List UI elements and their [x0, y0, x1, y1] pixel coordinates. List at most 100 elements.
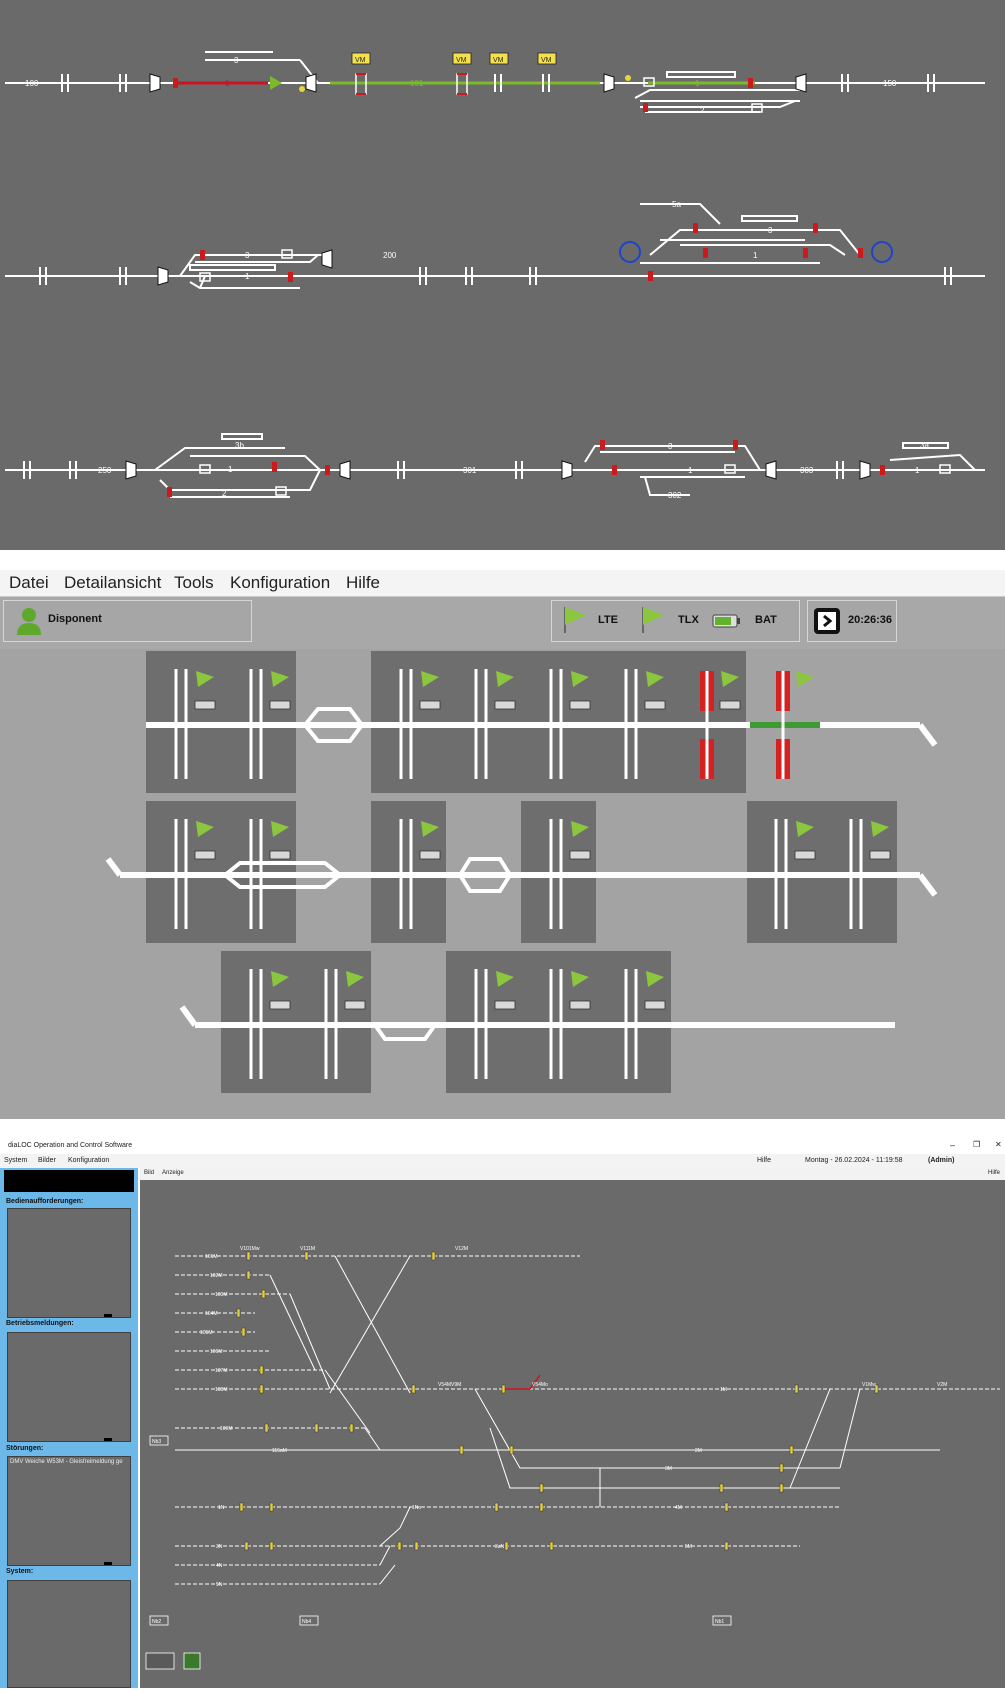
scroll-handle[interactable] [104, 1562, 112, 1565]
vm-label: VM [456, 57, 467, 64]
user-icon [17, 608, 41, 635]
user-display: (Admin) [928, 1157, 955, 1164]
connection-status-box: LTE TLX BAT [551, 600, 800, 642]
track-label: 1 [915, 466, 920, 475]
track-label: 5N [216, 1582, 223, 1588]
menu-konfiguration[interactable]: Konfiguration [230, 573, 330, 593]
track-label: 108M [215, 1387, 228, 1393]
track-label: 302 [668, 491, 682, 500]
track-label: 4N [216, 1563, 223, 1569]
track-label: 3 [245, 251, 250, 260]
nb-box[interactable]: Nb4 [302, 1619, 311, 1625]
track-label: 303 [800, 466, 814, 475]
track-label: 1 [688, 466, 693, 475]
vm-label: VM [493, 57, 504, 64]
close-button[interactable]: ✕ [995, 1140, 1002, 1149]
sub-menubar: Bild Anzeige Hilfe [140, 1168, 1005, 1180]
clock-icon [814, 608, 840, 634]
track-label: 109M [220, 1426, 233, 1432]
signal-label: V54Mo [532, 1382, 548, 1388]
submenu-hilfe[interactable]: Hilfe [988, 1170, 1000, 1176]
status-indicator[interactable] [183, 1652, 201, 1670]
nb-box[interactable]: Nb2 [152, 1619, 161, 1625]
track-mid: 1No [412, 1505, 421, 1511]
scroll-handle[interactable] [104, 1314, 112, 1317]
section-system: System: [6, 1568, 34, 1575]
track-mid: 5M [685, 1544, 692, 1550]
menu-konfiguration[interactable]: Konfiguration [68, 1157, 109, 1164]
track-label: 1 [695, 79, 700, 88]
menu-hilfe[interactable]: Hilfe [757, 1157, 771, 1164]
tlx-label: TLX [678, 614, 699, 626]
window-title: diaLOC Operation and Control Software [8, 1142, 133, 1149]
section-bedienaufforderungen: Bedienaufforderungen: [6, 1198, 84, 1205]
window-menubar: System Bilder Konfiguration Hilfe Montag… [0, 1154, 1005, 1168]
stoerung-message[interactable]: DMV Weiche W53M - Gleisfreimeldung ge [10, 1459, 123, 1465]
nb-box[interactable]: Nb1 [715, 1619, 724, 1625]
station-overview-panel [0, 649, 1005, 1119]
track-diagram-panel-1: VM VM VM VM 100 3 1 181 2 1 150 3 1 200 … [0, 0, 1005, 550]
scroll-handle[interactable] [104, 1438, 112, 1441]
panel-separator [0, 1119, 1005, 1138]
vm-label: VM [541, 57, 552, 64]
window-titlebar: diaLOC Operation and Control Software – … [0, 1138, 1005, 1154]
clock-box: 20:26:36 [807, 600, 897, 642]
track-label: 100 [25, 79, 39, 88]
menubar: Datei Detailansicht Tools Konfiguration … [0, 570, 1005, 597]
stoerungen-list[interactable]: DMV Weiche W53M - Gleisfreimeldung ge [7, 1456, 131, 1566]
maximize-button[interactable]: ❐ [973, 1140, 980, 1149]
battery-icon [712, 614, 740, 628]
track-label: 181 [410, 79, 424, 88]
track-label: 102M [210, 1273, 223, 1279]
track-mid: 3M [665, 1466, 672, 1472]
nb-box[interactable]: Nb3 [152, 1439, 161, 1445]
track-label: 3 [668, 442, 673, 451]
menu-datei[interactable]: Datei [9, 573, 49, 593]
track-label: 150 [883, 79, 897, 88]
track-label: 115aM [272, 1448, 287, 1454]
track-mid: 3aN [495, 1544, 505, 1550]
section-betriebsmeldungen: Betriebsmeldungen: [6, 1320, 74, 1327]
flag-icon [642, 607, 664, 633]
minimize-button[interactable]: – [950, 1140, 955, 1150]
lte-label: LTE [598, 614, 618, 626]
track-label: 5a [672, 200, 681, 209]
track-mid: 2M [695, 1448, 702, 1454]
menu-system[interactable]: System [4, 1157, 27, 1164]
system-list[interactable] [7, 1580, 131, 1688]
signal-label: V12M [455, 1246, 468, 1252]
signal-label: V111M [300, 1246, 315, 1252]
menu-tools[interactable]: Tools [174, 573, 214, 593]
track-label: 1 [228, 465, 233, 474]
track-label: 105M [200, 1330, 213, 1336]
betriebsmeldungen-list[interactable] [7, 1332, 131, 1442]
track-label: 2 [700, 106, 705, 115]
track-label: 106M [210, 1349, 223, 1355]
track-label: 3 [234, 56, 239, 65]
track-label: 1 [225, 79, 230, 88]
clock-time: 20:26:36 [848, 614, 893, 626]
signal-label: V1Mw [862, 1382, 876, 1388]
section-stoerungen: Störungen: [6, 1445, 44, 1452]
menu-bilder[interactable]: Bilder [38, 1157, 56, 1164]
station-overview-svg [105, 651, 938, 1093]
track-diagram-1-svg: VM VM VM VM 100 3 1 181 2 1 150 3 1 200 … [5, 51, 985, 500]
track-label: 1N [218, 1505, 225, 1511]
interlocking-view: 101M 102M 103M 104M 105M 106M 107M 108M … [140, 1168, 1005, 1688]
menu-detailansicht[interactable]: Detailansicht [64, 573, 161, 593]
submenu-bild[interactable]: Bild [144, 1170, 154, 1176]
view-button[interactable] [145, 1652, 175, 1670]
datetime-display: Montag - 26.02.2024 - 11:19:58 [805, 1157, 903, 1164]
submenu-anzeige[interactable]: Anzeige [162, 1170, 184, 1176]
bedienaufforderungen-list[interactable] [7, 1208, 131, 1318]
user-box[interactable]: Disponent [3, 600, 252, 642]
status-bar: Disponent LTE TLX BAT 20:26:36 [0, 597, 1005, 649]
track-label: 250 [98, 466, 112, 475]
track-label: 1 [753, 251, 758, 260]
panel-separator [0, 550, 1005, 570]
interlocking-svg: 101M 102M 103M 104M 105M 106M 107M 108M … [145, 1246, 1000, 1670]
menu-hilfe[interactable]: Hilfe [346, 573, 380, 593]
signal-label: V2M [937, 1382, 947, 1388]
signal-label: V54MV9M [438, 1382, 461, 1388]
vm-label: VM [355, 57, 366, 64]
